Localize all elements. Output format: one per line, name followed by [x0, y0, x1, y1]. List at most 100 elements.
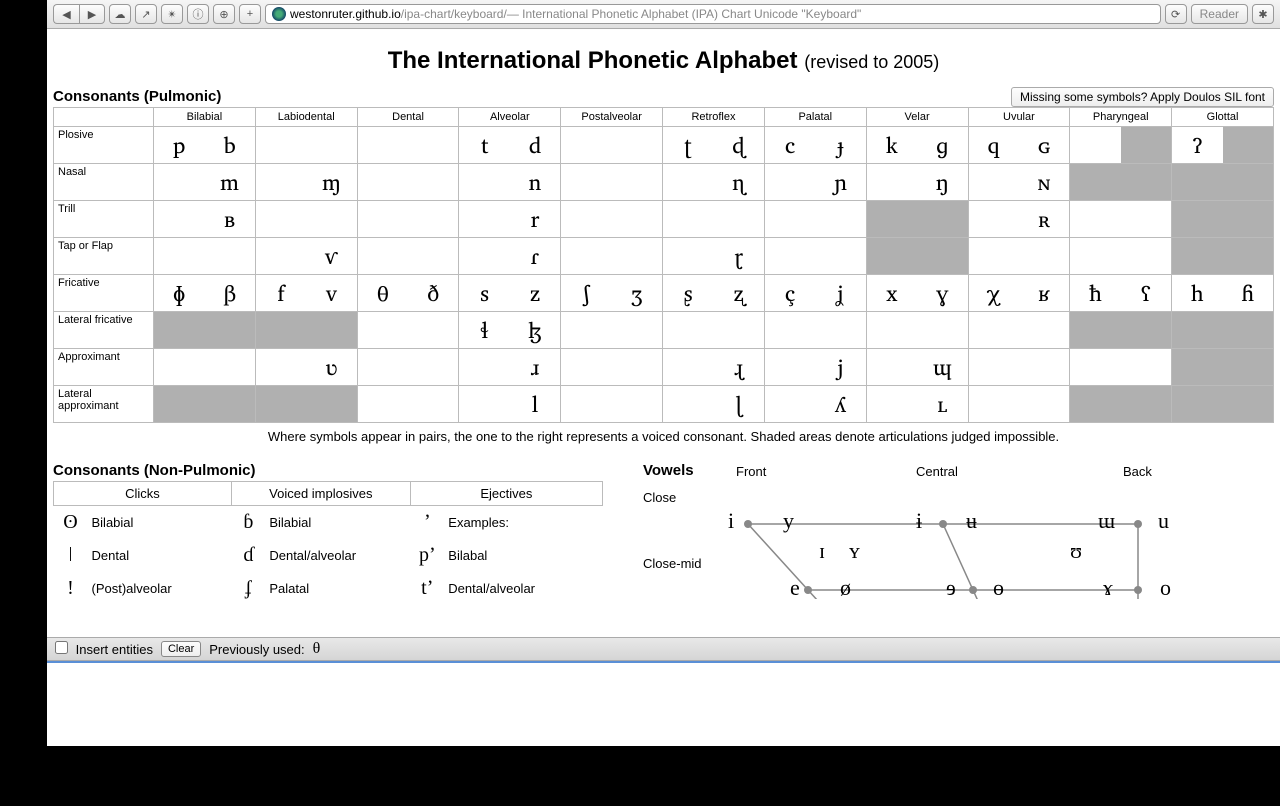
ipa-symbol[interactable]: β — [204, 275, 254, 311]
ipa-symbol[interactable]: p — [154, 127, 204, 163]
ipa-vowel-symbol[interactable]: y — [783, 508, 794, 534]
ipa-symbol[interactable]: l — [510, 386, 560, 422]
ipa-symbol[interactable]: s — [459, 275, 509, 311]
ipa-symbol[interactable]: ʘ — [54, 506, 88, 540]
ipa-symbol[interactable]: z — [510, 275, 560, 311]
ipa-vowel-symbol[interactable]: ɘ — [946, 575, 956, 599]
ipa-symbol[interactable]: ʁ — [1019, 275, 1069, 311]
insert-entities-label[interactable]: Insert entities — [55, 641, 153, 657]
ipa-symbol[interactable]: c — [765, 127, 815, 163]
ipa-symbol[interactable]: ɖ — [713, 127, 763, 163]
ipa-vowel-symbol[interactable]: ø — [840, 575, 851, 599]
ipa-symbol[interactable]: ʔ — [1172, 127, 1222, 163]
ipa-symbol[interactable]: ʙ — [204, 201, 254, 237]
ipa-symbol[interactable]: ʎ — [815, 386, 865, 422]
ipa-symbol[interactable]: r — [510, 201, 560, 237]
ipa-symbol[interactable]: h — [1172, 275, 1222, 311]
ipa-symbol[interactable]: ɢ — [1019, 127, 1069, 163]
evernote-button[interactable]: ✴ — [161, 4, 183, 24]
ipa-symbol[interactable]: ʟ — [917, 386, 967, 422]
ipa-symbol[interactable]: ɾ — [510, 238, 560, 274]
ipa-vowel-symbol[interactable]: e — [790, 575, 800, 599]
ipa-symbol[interactable]: ŋ — [917, 164, 967, 200]
ipa-symbol[interactable]: ɽ — [713, 238, 763, 274]
new-tab-button[interactable]: + — [239, 4, 261, 24]
ipa-symbol[interactable]: ʄ — [231, 572, 265, 599]
ipa-symbol[interactable]: ɴ — [1019, 164, 1069, 200]
ipa-symbol[interactable]: ɹ — [510, 349, 560, 385]
ipa-vowel-symbol[interactable]: o — [1160, 575, 1171, 599]
ipa-symbol[interactable]: k — [867, 127, 917, 163]
ipa-symbol[interactable]: ǀ — [54, 539, 88, 572]
ipa-symbol[interactable]: ɦ — [1223, 275, 1273, 311]
ipa-symbol[interactable]: pʼ — [410, 539, 444, 572]
icloud-button[interactable]: ☁ — [109, 4, 131, 24]
share-button[interactable]: ↗ — [135, 4, 157, 24]
apply-font-button[interactable]: Missing some symbols? Apply Doulos SIL f… — [1011, 87, 1274, 107]
ipa-symbol[interactable]: ɡ — [917, 127, 967, 163]
ipa-vowel-symbol[interactable]: ʊ — [1070, 538, 1082, 564]
ipa-symbol[interactable]: ʋ — [306, 349, 356, 385]
ipa-vowel-symbol[interactable]: ʉ — [966, 508, 977, 534]
ipa-symbol[interactable]: ʈ — [663, 127, 713, 163]
ipa-symbol[interactable]: ʝ — [815, 275, 865, 311]
ipa-symbol[interactable]: ɬ — [459, 312, 509, 348]
ipa-symbol[interactable]: n — [510, 164, 560, 200]
settings-button[interactable]: ✱ — [1252, 4, 1274, 24]
ipa-symbol[interactable]: ǃ — [54, 572, 88, 599]
ipa-symbol[interactable]: ɰ — [917, 349, 967, 385]
insert-entities-checkbox[interactable] — [55, 641, 68, 654]
back-button[interactable]: ◀ — [53, 4, 79, 24]
ipa-symbol[interactable]: ɣ — [917, 275, 967, 311]
ipa-symbol[interactable]: q — [969, 127, 1019, 163]
ipa-symbol[interactable]: ʀ — [1019, 201, 1069, 237]
globe-button[interactable]: ⊕ — [213, 4, 235, 24]
ipa-symbol[interactable]: ɱ — [306, 164, 356, 200]
ipa-symbol[interactable]: j — [815, 349, 865, 385]
ipa-symbol[interactable]: ʒ — [612, 275, 662, 311]
ipa-symbol[interactable]: ħ — [1070, 275, 1120, 311]
ipa-symbol[interactable]: ð — [408, 275, 458, 311]
info-button[interactable]: ⓘ — [187, 4, 209, 24]
ipa-symbol[interactable]: ʼ — [410, 506, 444, 540]
ipa-symbol[interactable]: ɓ — [231, 506, 265, 540]
ipa-symbol[interactable]: ɻ — [713, 349, 763, 385]
ipa-symbol[interactable]: ç — [765, 275, 815, 311]
ipa-symbol[interactable]: b — [204, 127, 254, 163]
ipa-symbol[interactable]: v — [306, 275, 356, 311]
ipa-symbol[interactable]: ɮ — [510, 312, 560, 348]
ipa-vowel-symbol[interactable]: ʏ — [849, 538, 860, 564]
ipa-vowel-symbol[interactable]: ɪ — [819, 538, 825, 564]
ipa-symbol[interactable]: χ — [969, 275, 1019, 311]
ipa-symbol[interactable]: ɲ — [815, 164, 865, 200]
ipa-symbol[interactable]: ɸ — [154, 275, 204, 311]
ipa-symbol[interactable]: ɳ — [713, 164, 763, 200]
clear-button[interactable]: Clear — [161, 641, 201, 657]
ipa-symbol[interactable]: ⱱ — [306, 238, 356, 274]
ipa-symbol[interactable]: ʂ — [663, 275, 713, 311]
ipa-symbol[interactable]: m — [204, 164, 254, 200]
ipa-symbol[interactable]: t — [459, 127, 509, 163]
ipa-symbol[interactable]: θ — [358, 275, 408, 311]
ipa-vowel-symbol[interactable]: ɤ — [1103, 575, 1113, 599]
reader-button[interactable]: Reader — [1191, 4, 1248, 24]
ipa-symbol[interactable]: ʃ — [561, 275, 611, 311]
ipa-vowel-symbol[interactable]: ɯ — [1098, 508, 1115, 534]
ipa-vowel-symbol[interactable]: i — [728, 508, 734, 534]
ipa-symbol[interactable]: ɭ — [713, 386, 763, 422]
ipa-symbol[interactable]: x — [867, 275, 917, 311]
ipa-textarea[interactable] — [47, 663, 1280, 746]
ipa-vowel-symbol[interactable]: ɨ — [916, 508, 922, 534]
ipa-symbol[interactable]: f — [256, 275, 306, 311]
forward-button[interactable]: ▶ — [79, 4, 105, 24]
ipa-vowel-symbol[interactable]: u — [1158, 508, 1169, 534]
ipa-symbol[interactable]: tʼ — [410, 572, 444, 599]
url-bar[interactable]: westonruter.github.io /ipa-chart/keyboar… — [265, 4, 1161, 24]
ipa-symbol[interactable]: ɟ — [815, 127, 865, 163]
reload-button[interactable]: ⟳ — [1165, 4, 1187, 24]
ipa-symbol[interactable]: ʕ — [1121, 275, 1171, 311]
ipa-symbol[interactable]: d — [510, 127, 560, 163]
ipa-symbol[interactable]: ɗ — [231, 539, 265, 572]
previously-used-symbol[interactable]: θ — [313, 640, 321, 658]
ipa-symbol[interactable]: ʐ — [713, 275, 763, 311]
